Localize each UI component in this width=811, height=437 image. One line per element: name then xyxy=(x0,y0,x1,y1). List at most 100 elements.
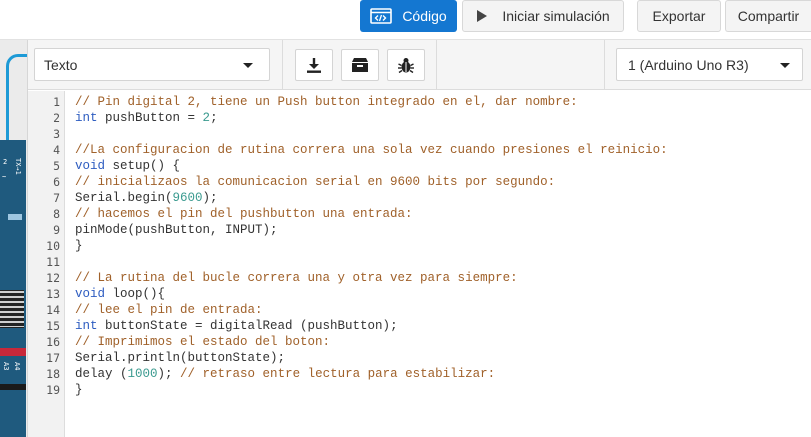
header-divider xyxy=(604,40,605,90)
code-token: pinMode(pushButton, INPUT); xyxy=(75,223,278,237)
code-token: buttonState = digitalRead (pushButton); xyxy=(97,319,398,333)
code-token: // retraso entre lectura para estabiliza… xyxy=(180,367,496,381)
code-line[interactable]: // Pin digital 2, tiene un Push button i… xyxy=(75,94,668,110)
line-number: 9 xyxy=(53,223,60,237)
code-line[interactable]: // hacemos el pin del pushbutton una ent… xyxy=(75,206,668,222)
line-number-gutter: 1 2 3 4 5 6 7 8 9 10 11 12 13 14 15 16 17 18 19 xyxy=(28,91,65,437)
board-chip xyxy=(0,290,24,328)
code-token: 2 xyxy=(202,111,211,125)
code-token: ); xyxy=(157,367,181,381)
line-number: 11 xyxy=(46,255,60,269)
code-token: void xyxy=(75,159,106,173)
line-number: 5 xyxy=(53,159,60,173)
header-pins xyxy=(0,384,26,390)
code-line[interactable]: // La rutina del bucle correra una y otr… xyxy=(75,270,668,286)
code-button-label: Código xyxy=(402,8,447,24)
code-content[interactable]: // Pin digital 2, tiene un Push button i… xyxy=(75,94,668,398)
code-token: Serial.begin( xyxy=(75,191,173,205)
line-number: 16 xyxy=(46,335,60,349)
code-line[interactable]: Serial.println(buttonState); xyxy=(75,350,668,366)
device-select-value: 1 (Arduino Uno R3) xyxy=(628,56,749,73)
code-line[interactable] xyxy=(75,254,668,270)
code-button[interactable]: Código xyxy=(360,0,457,32)
code-token: int xyxy=(75,319,98,333)
download-icon xyxy=(307,58,321,73)
chip-pins xyxy=(0,291,24,327)
line-number: 19 xyxy=(46,383,60,397)
pin-label-pwm: ~ xyxy=(2,173,7,181)
chevron-down-icon xyxy=(243,63,253,68)
arduino-board[interactable]: 2 TX→1 ~ A3 A4 xyxy=(0,140,26,437)
code-line[interactable]: delay (1000); // retraso entre lectura p… xyxy=(75,366,668,382)
code-line[interactable]: //La configuracion de rutina correra una… xyxy=(75,142,668,158)
editor-header: Texto 1 (Arduino Uno R3) xyxy=(28,40,811,90)
line-number: 8 xyxy=(53,207,60,221)
line-number: 2 xyxy=(53,111,60,125)
code-token: } xyxy=(75,239,83,253)
code-token: } xyxy=(75,383,83,397)
line-number: 1 xyxy=(53,95,60,109)
code-line[interactable]: void setup() { xyxy=(75,158,668,174)
editor-mode-select[interactable]: Texto xyxy=(34,48,270,81)
pin-label-tx: TX→1 xyxy=(14,158,22,175)
code-line[interactable]: // inicializaos la comunicacion serial e… xyxy=(75,174,668,190)
code-line[interactable]: int buttonState = digitalRead (pushButto… xyxy=(75,318,668,334)
code-line[interactable]: int pushButton = 2; xyxy=(75,110,668,126)
line-number: 10 xyxy=(46,239,60,253)
export-label: Exportar xyxy=(652,8,706,24)
top-toolbar: Código Iniciar simulación Exportar Compa… xyxy=(0,0,811,40)
line-number: 12 xyxy=(46,271,60,285)
code-editor[interactable]: 1 2 3 4 5 6 7 8 9 10 11 12 13 14 15 16 17 18 19 // Pin dig… xyxy=(28,91,811,437)
code-line[interactable]: // lee el pin de entrada: xyxy=(75,302,668,318)
line-number: 4 xyxy=(53,143,60,157)
pin-label-2: 2 xyxy=(3,158,8,166)
code-token: ; xyxy=(210,111,218,125)
export-button[interactable]: Exportar xyxy=(637,0,721,32)
code-line[interactable]: void loop(){ xyxy=(75,286,668,302)
start-simulation-button[interactable]: Iniciar simulación xyxy=(462,0,624,32)
code-token: 9600 xyxy=(172,191,203,205)
header-divider xyxy=(436,40,437,90)
code-token: pushButton = xyxy=(97,111,203,125)
code-line[interactable]: Serial.begin(9600); xyxy=(75,190,668,206)
start-simulation-label: Iniciar simulación xyxy=(502,8,610,24)
line-number: 17 xyxy=(46,351,60,365)
code-token: 1000 xyxy=(127,367,158,381)
code-editor-icon xyxy=(370,8,393,24)
editor-mode-value: Texto xyxy=(44,56,78,73)
code-token: // lee el pin de entrada: xyxy=(75,303,263,317)
circuit-canvas[interactable]: 2 TX→1 ~ A3 A4 xyxy=(0,40,28,437)
code-token: // hacemos el pin del pushbutton una ent… xyxy=(75,207,413,221)
code-token: //La configuracion de rutina correra una… xyxy=(75,143,668,157)
header-divider xyxy=(282,40,283,90)
code-line[interactable]: pinMode(pushButton, INPUT); xyxy=(75,222,668,238)
share-button[interactable]: Compartir xyxy=(725,0,811,32)
debug-bug-icon xyxy=(398,58,414,74)
chevron-down-icon xyxy=(780,63,790,68)
line-number: 14 xyxy=(46,303,60,317)
code-token: Serial.println(buttonState); xyxy=(75,351,286,365)
line-number: 13 xyxy=(46,287,60,301)
play-icon xyxy=(477,10,488,22)
code-token: delay ( xyxy=(75,367,128,381)
code-token: // Imprimimos el estado del boton: xyxy=(75,335,331,349)
code-line[interactable]: // Imprimimos el estado del boton: xyxy=(75,334,668,350)
line-number: 6 xyxy=(53,175,60,189)
code-token: setup() { xyxy=(105,159,181,173)
line-number: 7 xyxy=(53,191,60,205)
circuit-wire[interactable] xyxy=(6,54,27,144)
pin-label-a4: A4 xyxy=(13,362,21,371)
code-token: // inicializaos la comunicacion serial e… xyxy=(75,175,556,189)
code-token: ); xyxy=(202,191,218,205)
download-button[interactable] xyxy=(295,49,333,81)
line-number: 3 xyxy=(53,127,60,141)
code-line[interactable] xyxy=(75,126,668,142)
line-number: 18 xyxy=(46,367,60,381)
code-line[interactable]: } xyxy=(75,382,668,398)
device-select[interactable]: 1 (Arduino Uno R3) xyxy=(616,48,803,81)
code-line[interactable]: } xyxy=(75,238,668,254)
library-button[interactable] xyxy=(341,49,379,81)
code-token: int xyxy=(75,111,98,125)
code-token: // La rutina del bucle correra una y otr… xyxy=(75,271,518,285)
debugger-button[interactable] xyxy=(387,49,425,81)
